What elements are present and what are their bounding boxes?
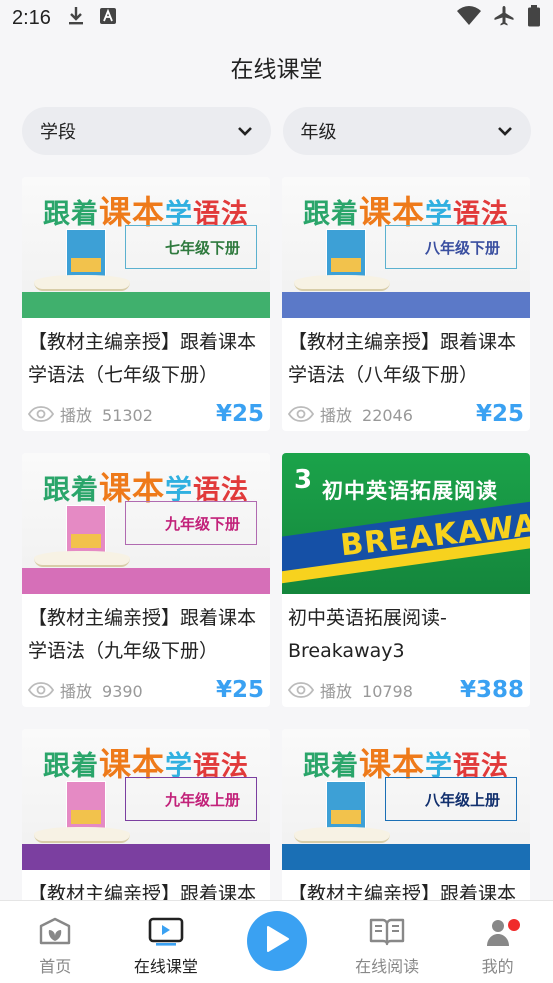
textbook-image	[66, 781, 106, 833]
grade-tag: 八年级上册	[385, 777, 517, 821]
battery-icon	[527, 4, 541, 32]
play-count: 播放 51302	[60, 402, 153, 426]
eye-icon	[28, 682, 54, 698]
cover-band	[282, 844, 530, 870]
tab-home[interactable]: 首页	[0, 901, 111, 983]
stage-filter-dropdown[interactable]: 学段	[22, 107, 271, 155]
cover-title-part: 跟着	[42, 751, 99, 782]
play-count-label: 播放	[320, 406, 353, 425]
course-cover-image: 跟着课本学语法 七年级下册	[22, 177, 270, 318]
grade-tag: 八年级下册	[385, 225, 517, 269]
course-price: ¥25	[215, 677, 264, 703]
grade-filter-label: 年级	[300, 122, 337, 143]
play-count-label: 播放	[60, 682, 93, 701]
wifi-icon	[457, 5, 481, 31]
tab-label: 首页	[39, 957, 72, 976]
tab-mine[interactable]: 我的	[442, 901, 553, 983]
play-icon	[264, 925, 290, 957]
play-count-value: 10798	[362, 682, 413, 701]
course-price: ¥388	[459, 677, 524, 703]
tab-label: 在线阅读	[355, 957, 420, 976]
play-count-label: 播放	[320, 682, 353, 701]
open-book-image	[294, 275, 390, 291]
course-cover-image: 跟着课本学语法 八年级上册	[282, 729, 530, 870]
course-cover-image: 跟着课本学语法 八年级下册	[282, 177, 530, 318]
cover-title: 初中英语拓展阅读	[322, 479, 498, 503]
cover-band	[282, 292, 530, 318]
open-book-image	[34, 551, 130, 567]
cover-title-part: 跟着	[42, 199, 99, 230]
grade-filter-dropdown[interactable]: 年级	[282, 107, 531, 155]
tab-label: 我的	[481, 957, 514, 976]
course-cover-image: 跟着课本学语法 九年级上册	[22, 729, 270, 870]
play-count-value: 22046	[362, 406, 413, 425]
textbook-image	[326, 781, 366, 833]
eye-icon	[28, 406, 54, 422]
course-title: 初中英语拓展阅读-Breakaway3	[288, 607, 447, 662]
open-book-image	[34, 827, 130, 843]
cover-title-part: 跟着	[42, 475, 99, 506]
textbook-image	[326, 229, 366, 281]
play-count-value: 9390	[102, 682, 143, 701]
course-cover-image: 跟着课本学语法 九年级下册	[22, 453, 270, 594]
open-book-image	[294, 827, 390, 843]
cover-band	[22, 568, 270, 594]
course-meta: 播放 10798 ¥388	[282, 674, 530, 706]
home-leaf-icon	[38, 917, 72, 951]
airplane-icon	[493, 5, 515, 32]
grade-tag: 九年级上册	[125, 777, 257, 821]
course-card[interactable]: 跟着课本学语法 八年级下册 【教材主编亲授】跟着课本学语法（八年级下册） 播放 2…	[282, 177, 530, 431]
keyboard-a-icon	[99, 7, 117, 30]
download-icon	[67, 6, 85, 31]
course-card[interactable]: 3 初中英语拓展阅读 BREAKAWAY 初中英语拓展阅读-Breakaway3…	[282, 453, 530, 707]
eye-icon	[288, 406, 314, 422]
stage-filter-label: 学段	[40, 122, 76, 143]
course-meta: 播放 51302 ¥25	[22, 398, 270, 430]
play-button[interactable]	[247, 911, 307, 971]
course-grid: 跟着课本学语法 七年级下册 【教材主编亲授】跟着课本学语法（七年级下册） 播放 5…	[22, 177, 531, 983]
play-count-label: 播放	[60, 406, 93, 425]
course-title: 【教材主编亲授】跟着课本学语法（八年级下册）	[288, 331, 517, 386]
course-price: ¥25	[475, 401, 524, 427]
chevron-down-icon	[237, 126, 253, 136]
course-price: ¥25	[215, 401, 264, 427]
notification-badge	[508, 919, 520, 931]
course-card[interactable]: 跟着课本学语法 九年级下册 【教材主编亲授】跟着课本学语法（九年级下册） 播放 9…	[22, 453, 270, 707]
course-meta: 播放 9390 ¥25	[22, 674, 270, 706]
course-cover-image: 3 初中英语拓展阅读 BREAKAWAY	[282, 453, 530, 594]
course-card[interactable]: 跟着课本学语法 七年级下册 【教材主编亲授】跟着课本学语法（七年级下册） 播放 5…	[22, 177, 270, 431]
status-time: 2:16	[12, 6, 51, 29]
play-count-value: 51302	[102, 406, 153, 425]
play-count: 播放 22046	[320, 402, 413, 426]
course-title: 【教材主编亲授】跟着课本学语法（七年级下册）	[28, 331, 257, 386]
play-count: 播放 9390	[60, 678, 143, 702]
open-book-icon	[369, 917, 405, 951]
tab-online-class[interactable]: 在线课堂	[111, 901, 222, 983]
page-title: 在线课堂	[230, 57, 323, 83]
cover-band	[22, 292, 270, 318]
textbook-image	[66, 505, 106, 557]
status-bar: 2:16	[0, 0, 553, 36]
cover-band	[22, 844, 270, 870]
cover-title-part: 跟着	[302, 199, 359, 230]
eye-icon	[288, 682, 314, 698]
tab-label: 在线课堂	[133, 957, 198, 976]
cover-title-part: 跟着	[302, 751, 359, 782]
grade-tag: 七年级下册	[125, 225, 257, 269]
grade-tag: 九年级下册	[125, 501, 257, 545]
video-class-icon	[148, 917, 184, 951]
tab-online-reading[interactable]: 在线阅读	[332, 901, 443, 983]
course-title: 【教材主编亲授】跟着课本学语法（九年级下册）	[28, 607, 257, 662]
chevron-down-icon	[497, 126, 513, 136]
play-count: 播放 10798	[320, 678, 413, 702]
cover-volume-number: 3	[294, 465, 313, 495]
filter-row: 学段 年级	[22, 107, 531, 155]
course-meta: 播放 22046 ¥25	[282, 398, 530, 430]
textbook-image	[66, 229, 106, 281]
open-book-image	[34, 275, 130, 291]
